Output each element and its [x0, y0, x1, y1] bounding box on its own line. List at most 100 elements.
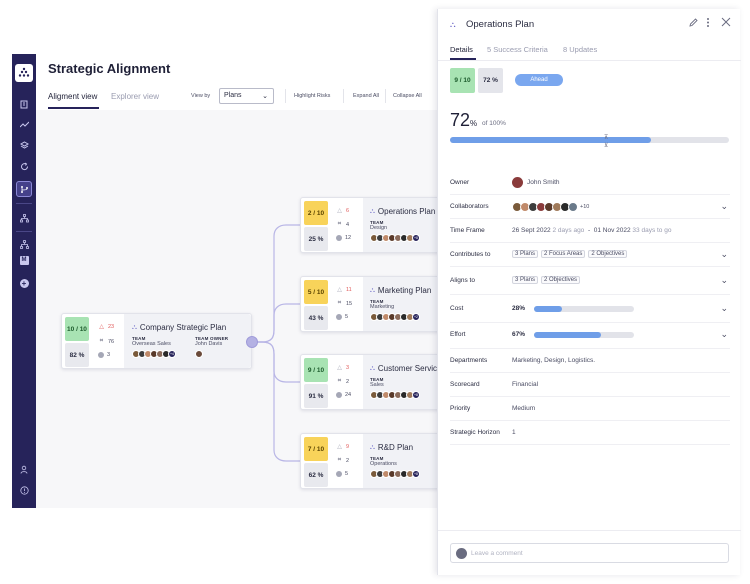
hierarchy-alt-icon[interactable] [16, 236, 32, 252]
target-icon: ⌗ [337, 378, 342, 384]
row-scorecard: Scorecard Financial [450, 373, 730, 397]
chip[interactable]: 2 Focus Areas [541, 250, 586, 258]
close-icon[interactable] [721, 17, 731, 30]
add-icon[interactable]: + [16, 275, 32, 291]
panel-title: Operations Plan [466, 19, 535, 30]
more-options-icon[interactable] [706, 17, 710, 31]
trend-icon[interactable] [16, 116, 32, 132]
target-marker-icon[interactable]: ⊼ ⊻ [603, 134, 609, 150]
more-avatars: +2 [412, 313, 420, 321]
status-dot-icon [336, 471, 342, 477]
child-risks: △ 3 [336, 364, 349, 372]
child-plan-card[interactable]: 7 / 10 62 % △ 9 ⌗ 2 5 ⛬ R&D Plan TEAM Operations +8 [300, 433, 446, 489]
child-targets-count: 2 [346, 457, 350, 464]
target-icon: ⌗ [337, 457, 342, 463]
status-dot-icon [98, 352, 104, 358]
child-risks: △ 9 [336, 443, 349, 451]
departments-value: Marketing, Design, Logistics. [512, 357, 596, 364]
row-priority: Priority Medium [450, 397, 730, 421]
help-icon[interactable] [16, 482, 32, 498]
root-avatars: +4 [132, 350, 176, 358]
child-targets: ⌗ 4 [336, 221, 349, 228]
root-targets: ⌗ 76 [98, 338, 114, 345]
chevron-down-icon[interactable]: ⌄ [720, 201, 728, 212]
logo-icon[interactable] [15, 64, 33, 82]
child-card-body: ⛬ Operations Plan TEAM Design +8 [363, 198, 445, 252]
chevron-down-icon[interactable]: ⌄ [720, 303, 728, 314]
edit-icon[interactable] [688, 17, 699, 31]
horizon-label: Strategic Horizon [450, 429, 500, 436]
comment-input[interactable]: Leave a comment [450, 543, 729, 563]
layers-icon[interactable] [16, 137, 32, 153]
m-badge-icon[interactable]: M [16, 252, 32, 268]
child-risks-count: 6 [346, 207, 350, 214]
warning-icon: △ [337, 287, 342, 293]
panel-score: 9 / 10 [450, 68, 475, 93]
user-settings-icon[interactable] [16, 461, 32, 477]
target-icon: ⌗ [99, 338, 104, 344]
more-avatars: +4 [168, 350, 176, 358]
chevron-down-icon[interactable]: ⌄ [720, 329, 728, 340]
child-avatars: +8 [370, 234, 420, 242]
child-progress: 43 % [304, 306, 328, 330]
child-targets: ⌗ 15 [336, 300, 352, 307]
more-avatars: +8 [412, 391, 420, 399]
tab-divider [438, 60, 741, 61]
row-cost[interactable]: Cost 28% ⌄ [450, 297, 730, 323]
child-score: 9 / 10 [304, 358, 328, 382]
owner-value[interactable]: John Smith [512, 177, 560, 188]
more-avatars: +8 [412, 470, 420, 478]
child-card-body: ⛬ Customer Service TEAM Sales +8 [363, 355, 445, 409]
tab-success-criteria[interactable]: 5 Success Criteria [487, 45, 548, 54]
big-value: 72 [450, 110, 471, 130]
building-icon[interactable] [16, 96, 32, 112]
chevron-down-icon[interactable]: ⌄ [720, 249, 728, 260]
time-frame-value: 26 Sept 2022 2 days ago - 01 Nov 2022 33… [512, 227, 671, 234]
branch-icon[interactable] [16, 181, 32, 197]
end-ago: 33 days to go [632, 227, 672, 234]
hierarchy-icon: ⛬ [450, 20, 456, 29]
child-plan-card[interactable]: 5 / 10 43 % △ 11 ⌗ 15 5 ⛬ Marketing Plan TEAM Mark… [300, 276, 446, 332]
row-aligns-to[interactable]: Aligns to 3 Plans 2 Objectives ⌄ [450, 269, 730, 295]
row-collaborators[interactable]: Collaborators +10 ⌄ [450, 195, 730, 219]
row-contributes-to[interactable]: Contributes to 3 Plans 2 Focus Areas 2 Obj… [450, 243, 730, 267]
root-plan-card[interactable]: 10 / 10 82 % △ 23 ⌗ 76 3 ⛬ Company Strategi… [61, 313, 252, 369]
child-plan-card[interactable]: 9 / 10 91 % △ 3 ⌗ 2 24 ⛬ Customer Service TEAM Sal… [300, 354, 446, 410]
child-title: ⛬ Operations Plan [370, 207, 435, 216]
child-team: Design [370, 225, 388, 231]
child-card-body: ⛬ R&D Plan TEAM Operations +8 [363, 434, 445, 488]
big-unit: % [470, 119, 478, 128]
child-items-count: 5 [345, 471, 349, 477]
root-title-text: Company Strategic Plan [139, 323, 227, 332]
priority-label: Priority [450, 405, 471, 412]
hierarchy-icon: ⛬ [370, 443, 375, 451]
child-targets-count: 2 [346, 378, 350, 385]
child-card-body: ⛬ Marketing Plan TEAM Marketing +2 [363, 277, 445, 331]
hierarchy-icon[interactable] [16, 210, 32, 226]
hierarchy-icon: ⛬ [370, 207, 375, 215]
child-avatars: +8 [370, 470, 420, 478]
chevron-down-icon[interactable]: ⌄ [720, 275, 728, 286]
chip[interactable]: 3 Plans [512, 276, 539, 284]
child-title: ⛬ Marketing Plan [370, 286, 431, 295]
row-strategic-horizon: Strategic Horizon 1 [450, 421, 730, 445]
sidebar-divider [16, 203, 32, 204]
row-effort[interactable]: Effort 67% ⌄ [450, 323, 730, 349]
tab-updates[interactable]: 8 Updates [563, 45, 597, 54]
chip[interactable]: 2 Objectives [541, 276, 581, 284]
cost-label: Cost [450, 305, 464, 312]
warning-icon: △ [337, 444, 342, 450]
child-targets-count: 15 [346, 300, 353, 307]
expand-node-button[interactable] [246, 336, 258, 348]
refresh-icon[interactable] [16, 158, 32, 174]
target-icon: ⌗ [337, 300, 342, 306]
chip[interactable]: 2 Objectives [588, 250, 628, 258]
child-risks-count: 11 [346, 286, 352, 293]
effort-value: 67% [512, 331, 526, 338]
avatar [512, 177, 523, 188]
chip[interactable]: 3 Plans [512, 250, 539, 258]
root-score: 10 / 10 [65, 317, 89, 341]
child-plan-card[interactable]: 2 / 10 25 % △ 6 ⌗ 4 12 ⛬ Operations Plan TEAM Desi… [300, 197, 446, 253]
more-collaborators: +10 [580, 204, 590, 210]
tab-details[interactable]: Details [450, 45, 473, 54]
